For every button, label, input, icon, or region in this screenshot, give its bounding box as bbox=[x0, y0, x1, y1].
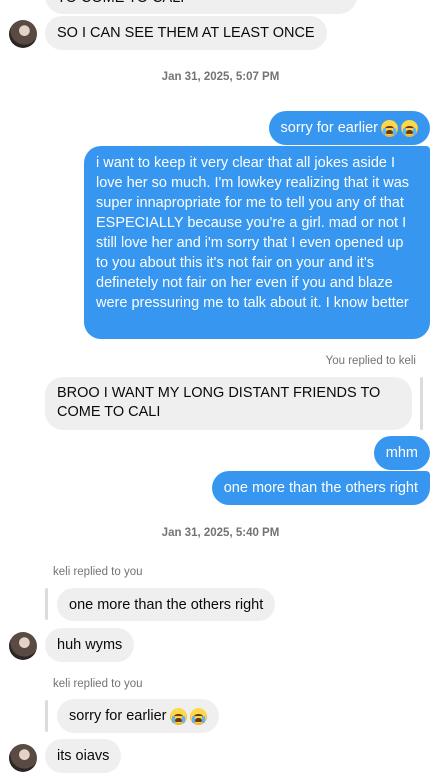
message-text: sorry for earlier bbox=[280, 120, 379, 136]
quoted-text: BROO I WANT MY LONG DISTANT FRIENDS TO C… bbox=[57, 385, 381, 420]
reply-quote-bar bbox=[420, 377, 423, 430]
message-text: huh wyms bbox=[57, 637, 123, 653]
avatar[interactable] bbox=[9, 744, 37, 772]
quoted-message[interactable]: sorry for earlier bbox=[57, 699, 219, 733]
reply-context-label: keli replied to you bbox=[53, 678, 143, 690]
reply-context-label: You replied to keli bbox=[325, 355, 416, 367]
avatar[interactable] bbox=[9, 632, 37, 660]
message-text: mhm bbox=[385, 445, 418, 461]
message-bubble[interactable]: one more than the others right bbox=[211, 471, 430, 505]
quoted-message[interactable]: BROO I WANT MY LONG DISTANT FRIENDS TO C… bbox=[45, 377, 412, 430]
reply-quote-bar bbox=[45, 700, 48, 732]
loudly-crying-face-icon bbox=[169, 707, 187, 725]
message-bubble[interactable]: SO I CAN SEE THEM AT LEAST ONCE bbox=[45, 16, 327, 50]
avatar[interactable] bbox=[9, 20, 37, 48]
message-bubble[interactable]: huh wyms bbox=[45, 628, 135, 662]
message-bubble[interactable]: sorry for earlier bbox=[268, 111, 430, 145]
message-text: TO COME TO CALI bbox=[57, 0, 184, 8]
loudly-crying-face-icon bbox=[189, 707, 207, 725]
loudly-crying-face-icon bbox=[381, 119, 398, 137]
message-bubble[interactable]: its oiavs bbox=[45, 739, 122, 773]
quoted-message[interactable]: one more than the others right bbox=[57, 588, 276, 621]
message-text: SO I CAN SEE THEM AT LEAST ONCE bbox=[57, 25, 315, 41]
quoted-text: sorry for earlier bbox=[69, 708, 167, 724]
message-text: its oiavs bbox=[57, 748, 110, 764]
timestamp: Jan 31, 2025, 5:40 PM bbox=[161, 527, 280, 539]
message-bubble[interactable]: i want to keep it very clear that all jo… bbox=[84, 146, 430, 339]
message-bubble[interactable]: mhm bbox=[373, 436, 430, 470]
message-text: one more than the others right bbox=[223, 480, 418, 496]
quoted-text: one more than the others right bbox=[69, 596, 264, 613]
message-text: i want to keep it very clear that all jo… bbox=[96, 155, 410, 311]
timestamp: Jan 31, 2025, 5:07 PM bbox=[161, 71, 280, 83]
message-bubble-cutoff[interactable]: TO COME TO CALI bbox=[45, 0, 357, 14]
reply-context-label: keli replied to you bbox=[53, 566, 143, 578]
reply-quote-bar bbox=[45, 588, 48, 620]
loudly-crying-face-icon bbox=[401, 119, 418, 137]
